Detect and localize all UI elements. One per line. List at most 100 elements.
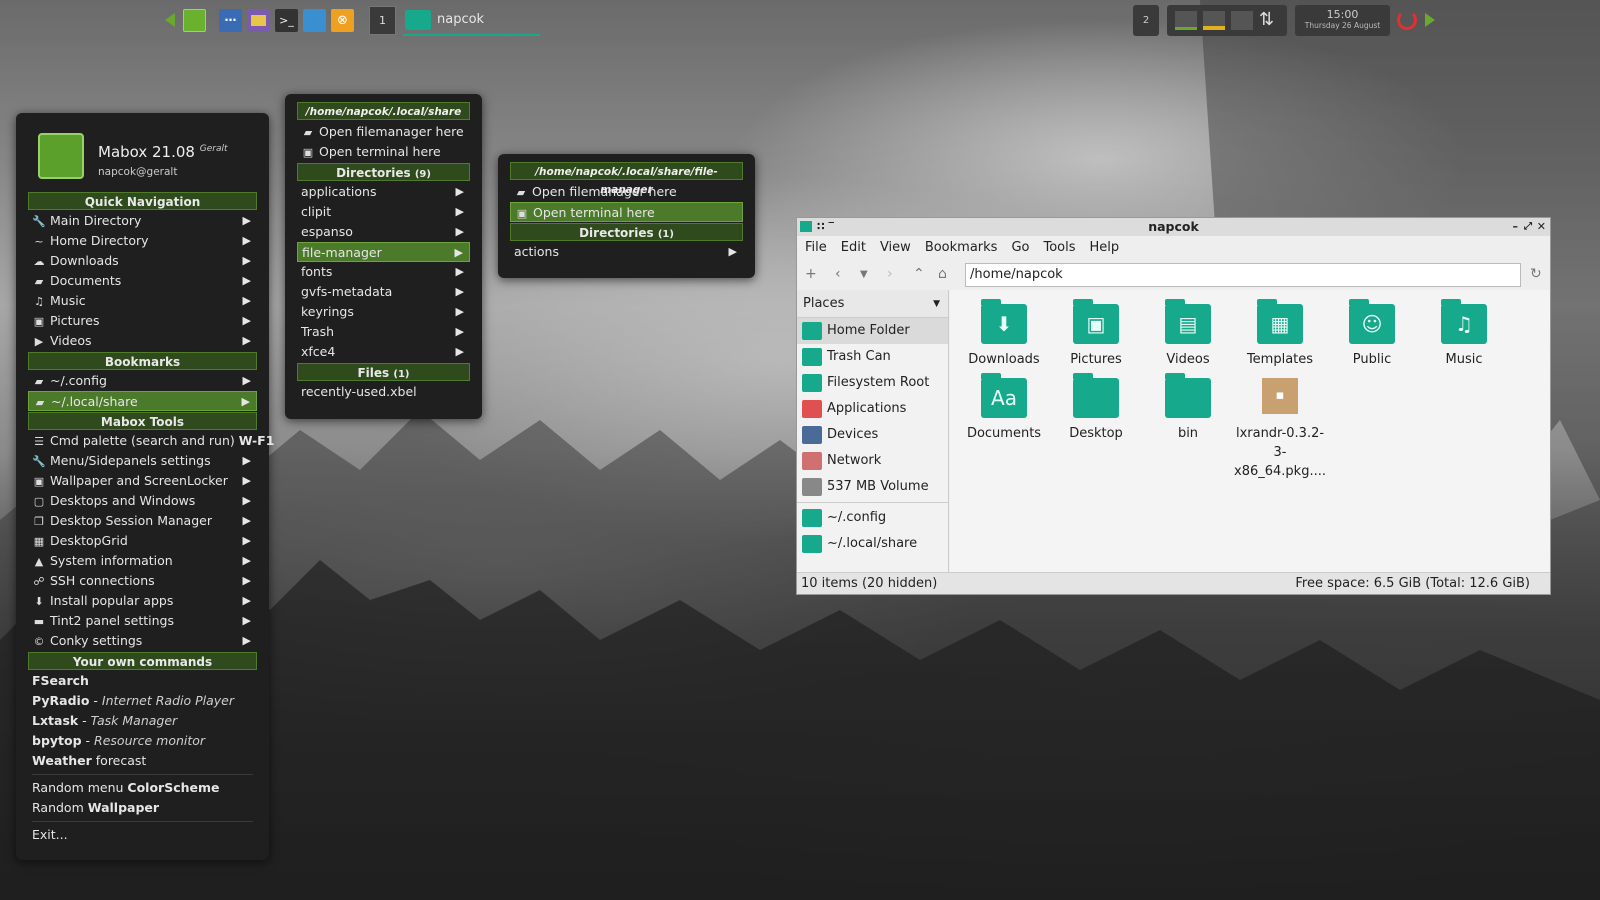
menu-item[interactable]: ☁ Downloads ▶ (28, 251, 257, 271)
home-icon[interactable]: ⌂ (938, 266, 947, 282)
random-colorscheme-item[interactable]: Random menu ColorScheme (28, 778, 257, 798)
place-item[interactable]: ~/.local/share (797, 531, 948, 557)
places-header[interactable]: Places ▼ (797, 290, 948, 318)
power-icon[interactable] (1397, 10, 1417, 30)
back-icon[interactable]: ‹ (835, 266, 841, 282)
sticky-icon[interactable]: ∷ ‾ (817, 218, 834, 236)
own-command-item[interactable]: bpytop - Resource monitor (28, 731, 257, 751)
terminal-icon[interactable]: >_ (275, 9, 298, 32)
directory-item[interactable]: xfce4 ▶ (297, 342, 470, 362)
menu-item[interactable]: ▣ Pictures ▶ (28, 311, 257, 331)
directory-item[interactable]: Trash ▶ (297, 322, 470, 342)
own-command-item[interactable]: FSearch (28, 671, 257, 691)
menu-item[interactable]: ▰ ~/.config ▶ (28, 371, 257, 391)
place-item[interactable]: Devices (797, 422, 948, 448)
forward-icon[interactable]: › (887, 266, 893, 282)
arrow-right-icon[interactable] (1425, 13, 1435, 27)
menu-item[interactable]: ▬ Tint2 panel settings ▶ (28, 611, 257, 631)
arrow-left-icon[interactable] (165, 13, 175, 27)
open-filemanager-item[interactable]: ▰ Open filemanager here (510, 182, 743, 202)
directory-item[interactable]: gvfs-metadata ▶ (297, 282, 470, 302)
workspace-2-button[interactable]: 2 (1133, 5, 1159, 36)
menu-item[interactable]: ☰ Cmd palette (search and run) W-F1 (28, 431, 274, 451)
menu-item[interactable]: ▣ Wallpaper and ScreenLocker ▶ (28, 471, 257, 491)
menu-item[interactable]: 🔧 Menu/Sidepanels settings ▶ (28, 451, 257, 471)
files-icon[interactable] (247, 9, 270, 32)
menu-item[interactable]: ▰ Documents ▶ (28, 271, 257, 291)
menu-item[interactable]: © Conky settings ▶ (28, 631, 257, 651)
menu-item[interactable]: ~ Home Directory ▶ (28, 231, 257, 251)
file-grid-item[interactable]: ▦ Templates (1234, 299, 1326, 369)
place-item[interactable]: Trash Can (797, 344, 948, 370)
own-command-item[interactable]: Lxtask - Task Manager (28, 711, 257, 731)
open-filemanager-item[interactable]: ▰ Open filemanager here (297, 122, 470, 142)
place-item[interactable]: ~/.config (797, 505, 948, 531)
menu-item[interactable]: ▲ System information ▶ (28, 551, 257, 571)
file-item[interactable]: recently-used.xbel (297, 382, 470, 402)
own-command-item[interactable]: Weather forecast (28, 751, 257, 771)
own-command-item[interactable]: PyRadio - Internet Radio Player (28, 691, 257, 711)
network-icon[interactable] (303, 9, 326, 32)
menu-item[interactable]: ♫ Music ▶ (28, 291, 257, 311)
file-grid-item[interactable]: Aa Documents (958, 373, 1050, 443)
directory-item[interactable]: keyrings ▶ (297, 302, 470, 322)
open-terminal-item[interactable]: ▣ Open terminal here (510, 202, 743, 222)
maximize-icon[interactable]: ⤢ (1524, 218, 1532, 236)
menu-item[interactable]: 🔧 Main Directory ▶ (28, 211, 257, 231)
reload-icon[interactable]: ↻ (1530, 266, 1542, 282)
menu-view[interactable]: View (880, 240, 911, 255)
close-icon[interactable]: ✕ (1537, 218, 1546, 236)
place-item[interactable]: Applications (797, 396, 948, 422)
history-dropdown-icon[interactable]: ▼ (860, 269, 868, 280)
place-item[interactable]: 537 MB Volume (797, 474, 948, 500)
exit-item[interactable]: Exit... (28, 825, 257, 845)
workspace-1-button[interactable]: 1 (369, 6, 396, 35)
menu-help[interactable]: Help (1090, 240, 1120, 255)
place-item[interactable]: Network (797, 448, 948, 474)
menu-item[interactable]: ▦ DesktopGrid ▶ (28, 531, 257, 551)
package-icon[interactable]: ⊗ (331, 9, 354, 32)
chevron-right-icon: ▶ (242, 574, 251, 587)
place-item[interactable]: Home Folder (797, 318, 948, 344)
folder-open-icon: ▰ (35, 396, 45, 409)
menu-go[interactable]: Go (1011, 240, 1029, 255)
address-bar[interactable]: /home/napcok (965, 263, 1521, 287)
menu-item-label: Documents (50, 273, 122, 288)
file-grid-item[interactable]: bin (1142, 373, 1234, 443)
random-wallpaper-item[interactable]: Random Wallpaper (28, 798, 257, 818)
file-grid-item[interactable]: Desktop (1050, 373, 1142, 443)
menu-item[interactable]: ❐ Desktop Session Manager ▶ (28, 511, 257, 531)
menu-item[interactable]: ▶ Videos ▶ (28, 331, 257, 351)
dots-icon[interactable]: … (219, 9, 242, 32)
menu-item[interactable]: ▢ Desktops and Windows ▶ (28, 491, 257, 511)
task-title: napcok (437, 12, 485, 27)
task-button[interactable]: napcok (403, 6, 540, 36)
place-item[interactable]: Filesystem Root (797, 370, 948, 396)
file-grid-item[interactable]: ▪ lxrandr-0.3.2-3-x86_64.pkg.... (1234, 378, 1326, 481)
menu-edit[interactable]: Edit (841, 240, 866, 255)
directory-item[interactable]: actions ▶ (510, 242, 743, 262)
minimize-icon[interactable]: – (1513, 218, 1519, 236)
directory-item[interactable]: clipit ▶ (297, 202, 470, 222)
directory-item[interactable]: applications ▶ (297, 182, 470, 202)
menu-tools[interactable]: Tools (1043, 240, 1075, 255)
file-grid-item[interactable]: ▣ Pictures (1050, 299, 1142, 369)
directory-item[interactable]: file-manager ▶ (297, 242, 470, 262)
file-grid-item[interactable]: ⬇ Downloads (958, 299, 1050, 369)
mabox-logo-icon[interactable] (183, 9, 206, 32)
file-grid-item[interactable]: ▤ Videos (1142, 299, 1234, 369)
new-tab-icon[interactable]: + (805, 266, 817, 282)
file-grid-item[interactable]: ☺ Public (1326, 299, 1418, 369)
clock[interactable]: 15:00 Thursday 26 August (1295, 5, 1390, 36)
menu-bookmarks[interactable]: Bookmarks (925, 240, 998, 255)
up-icon[interactable]: ⌃ (913, 266, 925, 282)
menu-file[interactable]: File (805, 240, 827, 255)
open-terminal-item[interactable]: ▣ Open terminal here (297, 142, 470, 162)
menu-item[interactable]: ⬇ Install popular apps ▶ (28, 591, 257, 611)
window-titlebar[interactable]: ∷ ‾ napcok – ⤢ ✕ (797, 218, 1550, 236)
menu-item[interactable]: ▰ ~/.local/share ▶ (28, 391, 257, 411)
directory-item[interactable]: espanso ▶ (297, 222, 470, 242)
file-grid-item[interactable]: ♫ Music (1418, 299, 1510, 369)
menu-item[interactable]: ☍ SSH connections ▶ (28, 571, 257, 591)
directory-item[interactable]: fonts ▶ (297, 262, 470, 282)
